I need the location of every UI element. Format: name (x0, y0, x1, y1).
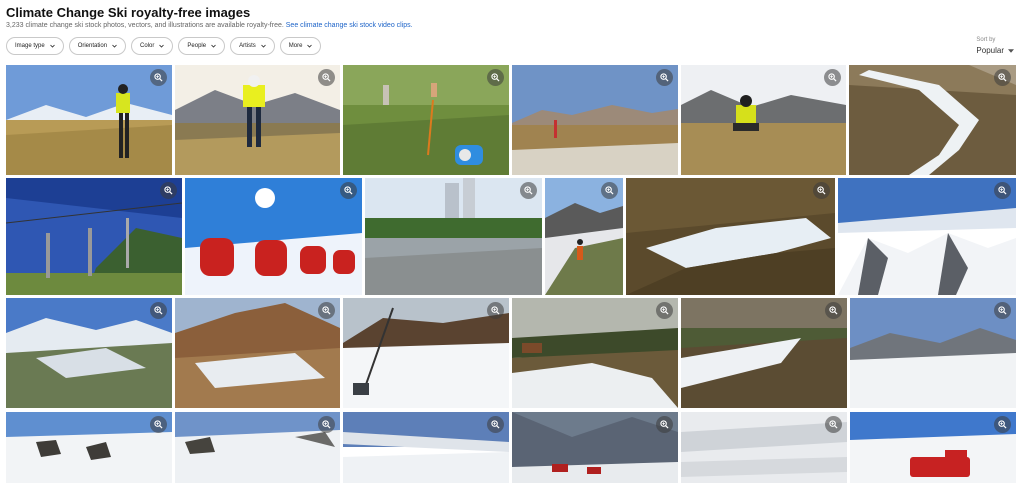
zoom-button[interactable] (813, 182, 830, 199)
image-tile[interactable] (512, 298, 678, 408)
zoom-button[interactable] (656, 69, 673, 86)
zoom-button[interactable] (601, 182, 618, 199)
zoom-in-icon (998, 73, 1007, 82)
zoom-in-icon (605, 186, 614, 195)
zoom-button[interactable] (656, 302, 673, 319)
zoom-button[interactable] (150, 69, 167, 86)
zoom-button[interactable] (520, 182, 537, 199)
image-tile[interactable] (545, 178, 623, 295)
zoom-in-icon (491, 306, 500, 315)
zoom-in-icon (322, 420, 331, 429)
zoom-button[interactable] (150, 416, 167, 433)
zoom-button[interactable] (487, 69, 504, 86)
zoom-in-icon (998, 186, 1007, 195)
zoom-button[interactable] (825, 302, 842, 319)
image-tile[interactable] (850, 412, 1016, 483)
zoom-in-icon (829, 306, 838, 315)
zoom-button[interactable] (487, 416, 504, 433)
zoom-in-icon (322, 306, 331, 315)
image-grid (0, 0, 1023, 483)
zoom-in-icon (154, 306, 163, 315)
image-tile[interactable] (850, 298, 1016, 408)
zoom-in-icon (828, 73, 837, 82)
zoom-button[interactable] (994, 302, 1011, 319)
zoom-button[interactable] (824, 69, 841, 86)
image-tile[interactable] (681, 65, 846, 175)
image-tile[interactable] (175, 412, 340, 483)
image-tile[interactable] (838, 178, 1016, 295)
image-tile[interactable] (626, 178, 835, 295)
image-tile[interactable] (365, 178, 542, 295)
zoom-button[interactable] (318, 416, 335, 433)
image-tile[interactable] (681, 412, 847, 483)
image-tile[interactable] (175, 65, 340, 175)
zoom-button[interactable] (340, 182, 357, 199)
zoom-in-icon (998, 420, 1007, 429)
zoom-in-icon (154, 73, 163, 82)
image-tile[interactable] (6, 412, 172, 483)
zoom-button[interactable] (318, 302, 335, 319)
zoom-button[interactable] (487, 302, 504, 319)
image-tile[interactable] (512, 65, 678, 175)
image-tile[interactable] (343, 65, 509, 175)
image-tile[interactable] (6, 65, 172, 175)
image-tile[interactable] (185, 178, 362, 295)
zoom-in-icon (164, 186, 173, 195)
zoom-in-icon (154, 420, 163, 429)
image-tile[interactable] (6, 298, 172, 408)
zoom-in-icon (998, 306, 1007, 315)
image-tile[interactable] (849, 65, 1016, 175)
image-tile[interactable] (175, 298, 340, 408)
zoom-in-icon (524, 186, 533, 195)
zoom-in-icon (322, 73, 331, 82)
zoom-button[interactable] (825, 416, 842, 433)
image-tile[interactable] (512, 412, 678, 483)
zoom-in-icon (491, 420, 500, 429)
zoom-button[interactable] (994, 182, 1011, 199)
zoom-button[interactable] (994, 416, 1011, 433)
zoom-in-icon (344, 186, 353, 195)
zoom-in-icon (660, 73, 669, 82)
zoom-button[interactable] (994, 69, 1011, 86)
zoom-button[interactable] (656, 416, 673, 433)
zoom-in-icon (491, 73, 500, 82)
zoom-in-icon (829, 420, 838, 429)
image-tile[interactable] (343, 412, 509, 483)
zoom-button[interactable] (150, 302, 167, 319)
image-tile[interactable] (343, 298, 509, 408)
zoom-button[interactable] (318, 69, 335, 86)
zoom-button[interactable] (160, 182, 177, 199)
image-tile[interactable] (681, 298, 847, 408)
zoom-in-icon (660, 420, 669, 429)
zoom-in-icon (817, 186, 826, 195)
image-tile[interactable] (6, 178, 182, 295)
zoom-in-icon (660, 306, 669, 315)
